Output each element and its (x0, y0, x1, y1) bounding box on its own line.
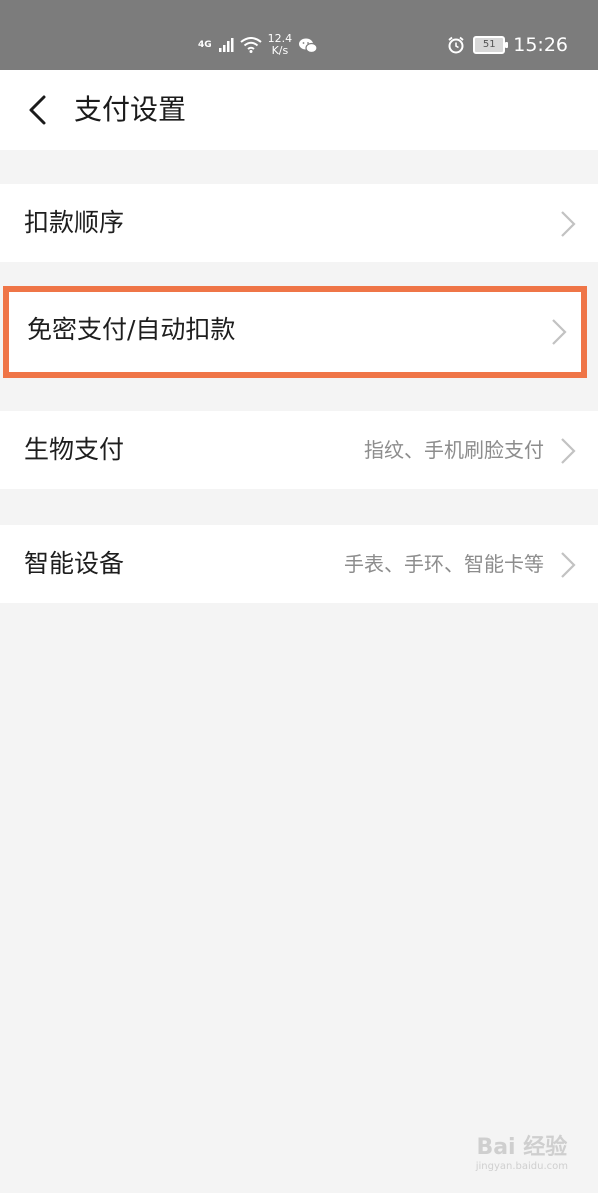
row-password-free-payment[interactable]: 免密支付/自动扣款 (3, 286, 587, 378)
chevron-right-icon (561, 438, 576, 464)
wifi-icon (240, 37, 262, 53)
row-smart-devices[interactable]: 智能设备 手表、手环、智能卡等 (0, 525, 598, 603)
page-title: 支付设置 (74, 93, 187, 126)
row-deduction-order[interactable]: 扣款顺序 (0, 184, 598, 262)
row-subtitle: 指纹、手机刷脸支付 (364, 438, 544, 462)
chevron-right-icon (552, 319, 567, 345)
network-type: 4G (198, 39, 212, 50)
row-label: 免密支付/自动扣款 (27, 315, 236, 344)
baidu-watermark: Bai 经验 jingyan.baidu.com (476, 1135, 568, 1173)
watermark-logo-text: Bai 经验 (476, 1135, 568, 1160)
battery-indicator: 51 (473, 36, 509, 54)
watermark-url: jingyan.baidu.com (475, 1161, 568, 1172)
chevron-right-icon (561, 211, 576, 237)
speed-unit: K/s (271, 44, 289, 57)
chevron-right-icon (561, 552, 576, 578)
status-bar: 4G 12.4 K/s 51 15:26 (0, 0, 598, 70)
row-subtitle: 手表、手环、智能卡等 (344, 552, 544, 576)
wechat-icon (299, 38, 318, 53)
back-button[interactable] (22, 90, 62, 130)
back-arrow-icon (29, 95, 46, 125)
status-right: 51 15:26 (447, 30, 568, 60)
status-time: 15:26 (513, 34, 568, 56)
signal-icon (218, 38, 234, 52)
app-header: 支付设置 (0, 70, 598, 150)
row-biometric-payment[interactable]: 生物支付 指纹、手机刷脸支付 (0, 411, 598, 489)
row-label: 生物支付 (24, 435, 125, 464)
row-label: 智能设备 (24, 549, 125, 578)
alarm-icon (448, 36, 464, 54)
network-speed: 12.4 K/s (268, 33, 293, 57)
row-label: 扣款顺序 (24, 208, 125, 237)
status-center: 4G 12.4 K/s (198, 30, 318, 60)
